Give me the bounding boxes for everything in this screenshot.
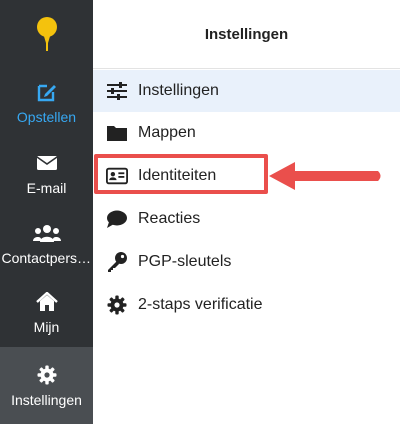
people-icon xyxy=(32,221,61,245)
sliders-icon xyxy=(106,80,128,102)
menu-item-reacties[interactable]: Reacties xyxy=(93,198,400,240)
envelope-icon xyxy=(36,151,58,175)
gear-icon xyxy=(106,294,128,316)
speech-bubble-icon xyxy=(106,208,128,230)
sidebar: Opstellen E-mail Contactpersonen xyxy=(0,0,93,424)
sidebar-item-label: Instellingen xyxy=(11,392,82,408)
key-icon xyxy=(106,251,128,273)
sidebar-item-email[interactable]: E-mail xyxy=(0,140,93,206)
menu-item-label: Instellingen xyxy=(138,82,219,99)
menu-item-mappen[interactable]: Mappen xyxy=(93,112,400,154)
compose-icon xyxy=(36,80,58,104)
menu-item-label: 2-staps verificatie xyxy=(138,296,263,313)
logo[interactable] xyxy=(0,0,93,68)
menu-item-label: Mappen xyxy=(138,124,196,141)
menu-item-instellingen[interactable]: Instellingen xyxy=(93,70,400,112)
annotation-highlight-box xyxy=(94,154,268,194)
sidebar-item-mijn[interactable]: Mijn xyxy=(0,279,93,345)
menu-item-label: Reacties xyxy=(138,210,201,227)
sidebar-item-contacts[interactable]: Contactpersonen xyxy=(0,210,93,276)
sidebar-item-label: Mijn xyxy=(33,318,60,335)
sidebar-item-label: E-mail xyxy=(26,179,67,196)
menu-item-pgp-sleutels[interactable]: PGP-sleutels xyxy=(93,241,400,283)
sidebar-item-label: Opstellen xyxy=(16,108,77,125)
gear-icon xyxy=(37,363,57,387)
menu-item-2fa[interactable]: 2-staps verificatie xyxy=(93,284,400,326)
home-icon xyxy=(35,290,58,314)
sidebar-item-compose[interactable]: Opstellen xyxy=(0,69,93,135)
folder-icon xyxy=(106,122,128,144)
settings-panel: Instellingen Instellingen Mappen Identit… xyxy=(93,0,400,424)
lightbulb-logo-icon xyxy=(36,17,57,51)
sidebar-item-label: Contactpersonen xyxy=(1,249,92,266)
sidebar-item-settings[interactable]: Instellingen xyxy=(0,347,93,424)
menu-item-label: PGP-sleutels xyxy=(138,253,232,270)
page-title: Instellingen xyxy=(93,0,400,69)
annotation-arrow xyxy=(269,162,381,190)
